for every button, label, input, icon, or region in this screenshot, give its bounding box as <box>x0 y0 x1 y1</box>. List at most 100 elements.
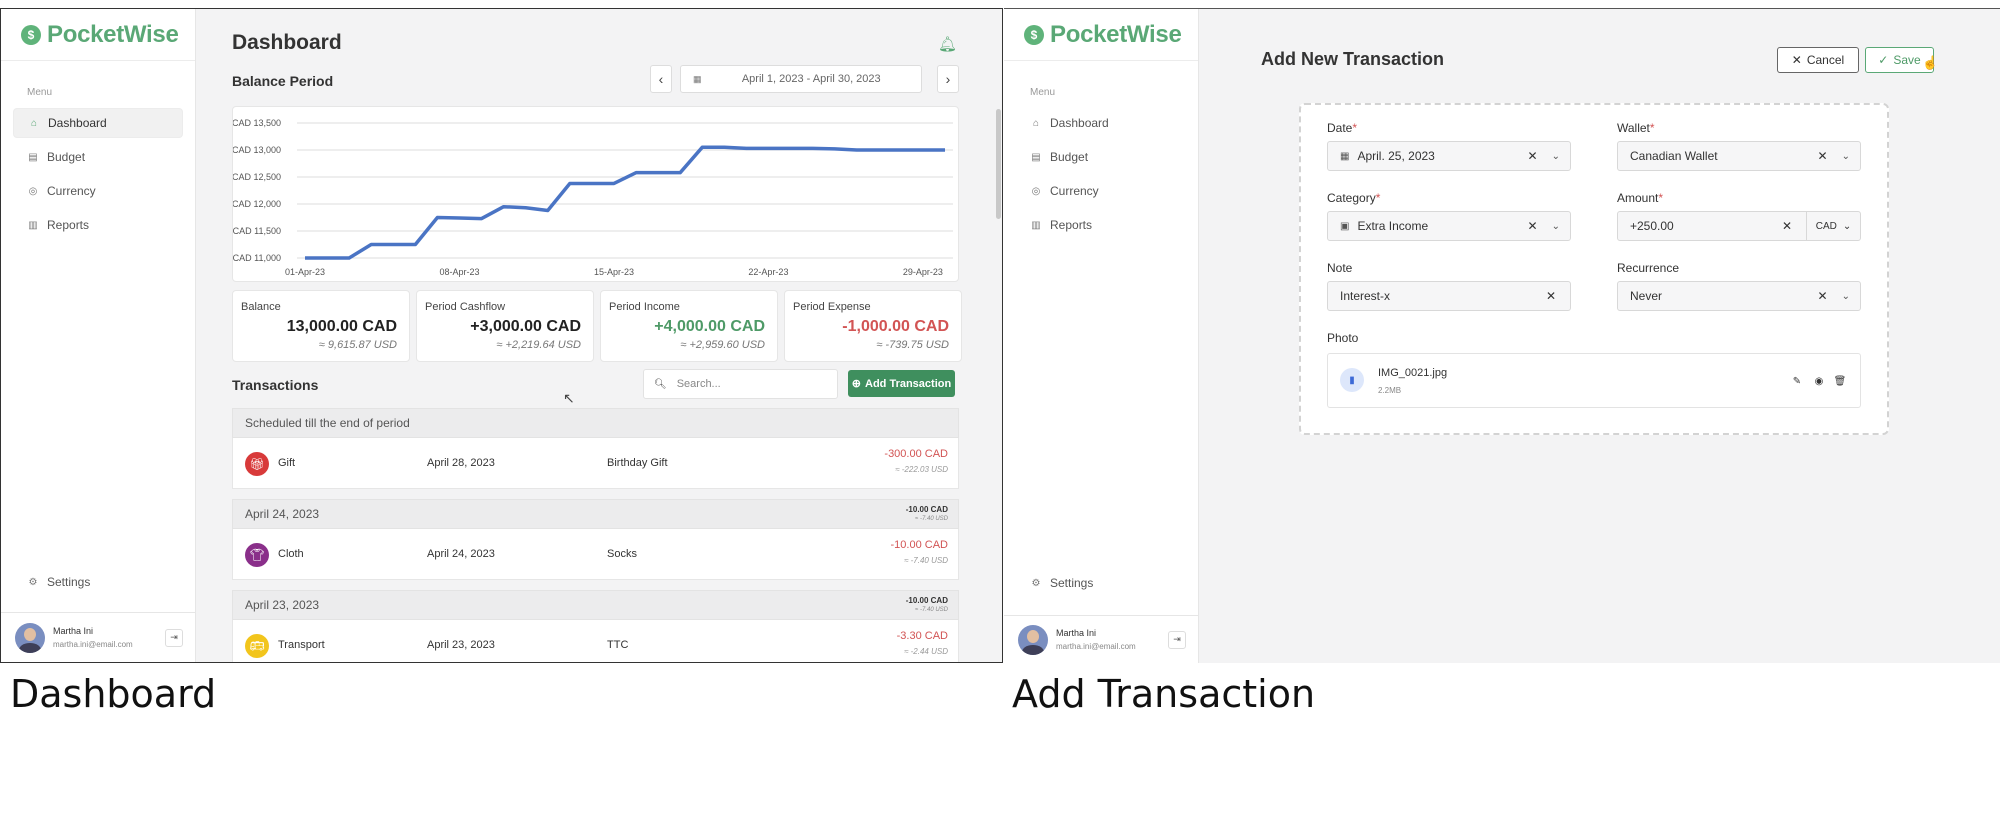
avatar[interactable] <box>1018 624 1048 655</box>
category-label: Category* <box>1327 191 1380 205</box>
required-mark: * <box>1649 121 1655 135</box>
recurrence-label: Recurrence <box>1617 261 1680 275</box>
search-icon: 🔍︎ <box>654 378 667 390</box>
sidebar-item-currency[interactable]: ◎ Currency <box>13 176 183 206</box>
clear-icon[interactable]: ✕ <box>1782 219 1792 233</box>
add-transaction-button[interactable]: ⊕ Add Transaction <box>848 370 955 397</box>
cancel-button[interactable]: ✕ Cancel <box>1777 47 1859 73</box>
date-range-picker[interactable]: ▦ April 1, 2023 - April 30, 2023 <box>680 65 922 93</box>
check-icon: ✓ <box>1878 53 1889 67</box>
card-label: Period Expense <box>793 301 871 313</box>
logout-icon[interactable]: ⇥ <box>165 628 183 647</box>
gear-icon: ⚙ <box>28 576 38 588</box>
currency-icon: ◎ <box>28 185 38 197</box>
clear-icon[interactable]: ✕ <box>1528 149 1538 163</box>
transaction-form: Date* ▦ April. 25, 2023 ✕ ⌄ Wallet* Cana… <box>1299 103 1889 435</box>
edit-icon[interactable]: ✎ <box>1788 372 1806 390</box>
home-icon: ⌂ <box>1032 117 1040 129</box>
group-title: Scheduled till the end of period <box>245 416 410 430</box>
date-range-text: April 1, 2023 - April 30, 2023 <box>741 73 881 85</box>
sidebar-item-label: Reports <box>1050 218 1093 232</box>
recurrence-select[interactable]: Never ✕ ⌄ <box>1617 281 1861 311</box>
dashboard-main: Dashboard 🔔︎ Balance Period ‹ ▦ April 1,… <box>196 9 1002 662</box>
category-value: Extra Income <box>1357 219 1429 233</box>
table-row[interactable]: 👕︎ Cloth April 24, 2023 Socks -10.00 CAD… <box>232 529 959 580</box>
y-tick-label: CAD 11,500 <box>233 226 281 236</box>
amount-field[interactable]: +250.00 ✕ <box>1617 211 1807 241</box>
group-total: -10.00 CAD ≈ -7.40 USD <box>906 596 948 613</box>
gear-icon: ⚙ <box>1031 577 1041 589</box>
app-name: PocketWise <box>47 20 179 48</box>
sidebar-item-reports[interactable]: ▥ Reports <box>13 210 183 240</box>
chevron-down-icon[interactable]: ⌄ <box>1842 151 1850 162</box>
page-title: Add New Transaction <box>1261 49 1445 69</box>
photo-filesize: 2.2MB <box>1378 386 1402 395</box>
group-total-cad: -10.00 CAD <box>905 596 948 605</box>
scrollbar[interactable] <box>996 109 1001 219</box>
sidebar-item-dashboard[interactable]: ⌂ Dashboard <box>1016 108 1186 138</box>
transaction-date: April 23, 2023 <box>427 639 495 651</box>
x-tick-label: 01-Apr-23 <box>285 267 325 277</box>
category-label-text: Category <box>1327 191 1376 205</box>
trash-icon[interactable]: 🗑︎ <box>1831 372 1849 390</box>
app-logo[interactable]: $ PocketWise <box>1004 9 1198 61</box>
table-row[interactable]: 🎁︎ Gift April 28, 2023 Birthday Gift -30… <box>232 438 959 489</box>
transaction-note: Birthday Gift <box>607 457 668 469</box>
sidebar-item-settings[interactable]: ⚙ Settings <box>1016 568 1186 598</box>
sidebar-item-currency[interactable]: ◎ Currency <box>1016 176 1186 206</box>
table-row[interactable]: 🚌︎ Transport April 23, 2023 TTC -3.30 CA… <box>232 620 959 662</box>
sidebar-item-dashboard[interactable]: ⌂ Dashboard <box>13 108 183 138</box>
add-transaction-label: Add Transaction <box>865 377 952 390</box>
clear-icon[interactable]: ✕ <box>1818 289 1828 303</box>
user-profile: Martha Ini martha.ini@email.com ⇥ <box>1 612 195 662</box>
category-select[interactable]: ▣ Extra Income ✕ ⌄ <box>1327 211 1571 241</box>
amount-value: +250.00 <box>1630 219 1674 233</box>
cancel-label: Cancel <box>1806 53 1845 67</box>
date-field[interactable]: ▦ April. 25, 2023 ✕ ⌄ <box>1327 141 1571 171</box>
sidebar: $ PocketWise Menu ⌂ Dashboard ▤ Budget ◎… <box>1 9 196 662</box>
period-cashflow-card: Period Cashflow +3,000.00 CAD ≈ +2,219.6… <box>416 290 594 362</box>
chevron-down-icon: ⌄ <box>1842 220 1852 232</box>
amount-usd: ≈ -222.03 USD <box>895 465 948 474</box>
eye-icon[interactable]: ◉ <box>1810 372 1828 390</box>
settings-label: Settings <box>1050 576 1094 590</box>
page-title: Dashboard <box>232 31 342 54</box>
card-subvalue: ≈ +2,219.64 USD <box>496 339 581 351</box>
balance-card: Balance 13,000.00 CAD ≈ 9,615.87 USD <box>232 290 410 362</box>
search-input[interactable]: 🔍︎ Search... <box>643 369 838 399</box>
prev-period-button[interactable]: ‹ <box>650 65 672 93</box>
chevron-down-icon[interactable]: ⌄ <box>1842 291 1850 302</box>
card-label: Balance <box>241 301 281 313</box>
logout-icon[interactable]: ⇥ <box>1168 630 1186 649</box>
currency-select[interactable]: CAD ⌄ <box>1806 211 1861 241</box>
sidebar-item-settings[interactable]: ⚙ Settings <box>13 567 183 597</box>
wallet-select[interactable]: Canadian Wallet ✕ ⌄ <box>1617 141 1861 171</box>
required-mark: * <box>1375 191 1381 205</box>
card-label: Period Income <box>609 301 680 313</box>
clear-icon[interactable]: ✕ <box>1528 219 1538 233</box>
wallet-label: Wallet* <box>1617 121 1655 135</box>
avatar[interactable] <box>15 622 45 653</box>
amount-cad: -10.00 CAD <box>890 539 948 551</box>
user-profile: Martha Ini martha.ini@email.com ⇥ <box>1004 615 1198 663</box>
sidebar-item-reports[interactable]: ▥ Reports <box>1016 210 1186 240</box>
chevron-down-icon[interactable]: ⌄ <box>1552 151 1560 162</box>
chevron-down-icon[interactable]: ⌄ <box>1552 221 1560 232</box>
sidebar-item-budget[interactable]: ▤ Budget <box>13 142 183 172</box>
next-period-button[interactable]: › <box>937 65 959 93</box>
sidebar-item-budget[interactable]: ▤ Budget <box>1016 142 1186 172</box>
wallet-value: Canadian Wallet <box>1630 149 1718 163</box>
period-income-card: Period Income +4,000.00 CAD ≈ +2,959.60 … <box>600 290 778 362</box>
y-tick-label: CAD 13,000 <box>233 145 281 155</box>
group-total: -10.00 CAD ≈ -7.40 USD <box>906 505 948 522</box>
note-field[interactable]: Interest-x ✕ <box>1327 281 1571 311</box>
amount-usd: ≈ -2.44 USD <box>904 647 948 656</box>
caption-dashboard: Dashboard <box>10 672 217 716</box>
x-tick-label: 22-Apr-23 <box>748 267 788 277</box>
clear-icon[interactable]: ✕ <box>1818 149 1828 163</box>
clear-icon[interactable]: ✕ <box>1546 289 1556 303</box>
caption-add-transaction: Add Transaction <box>1012 672 1316 716</box>
app-logo[interactable]: $ PocketWise <box>1 9 195 61</box>
balance-period-title: Balance Period <box>232 73 334 89</box>
bell-icon[interactable]: 🔔︎ <box>938 35 957 53</box>
